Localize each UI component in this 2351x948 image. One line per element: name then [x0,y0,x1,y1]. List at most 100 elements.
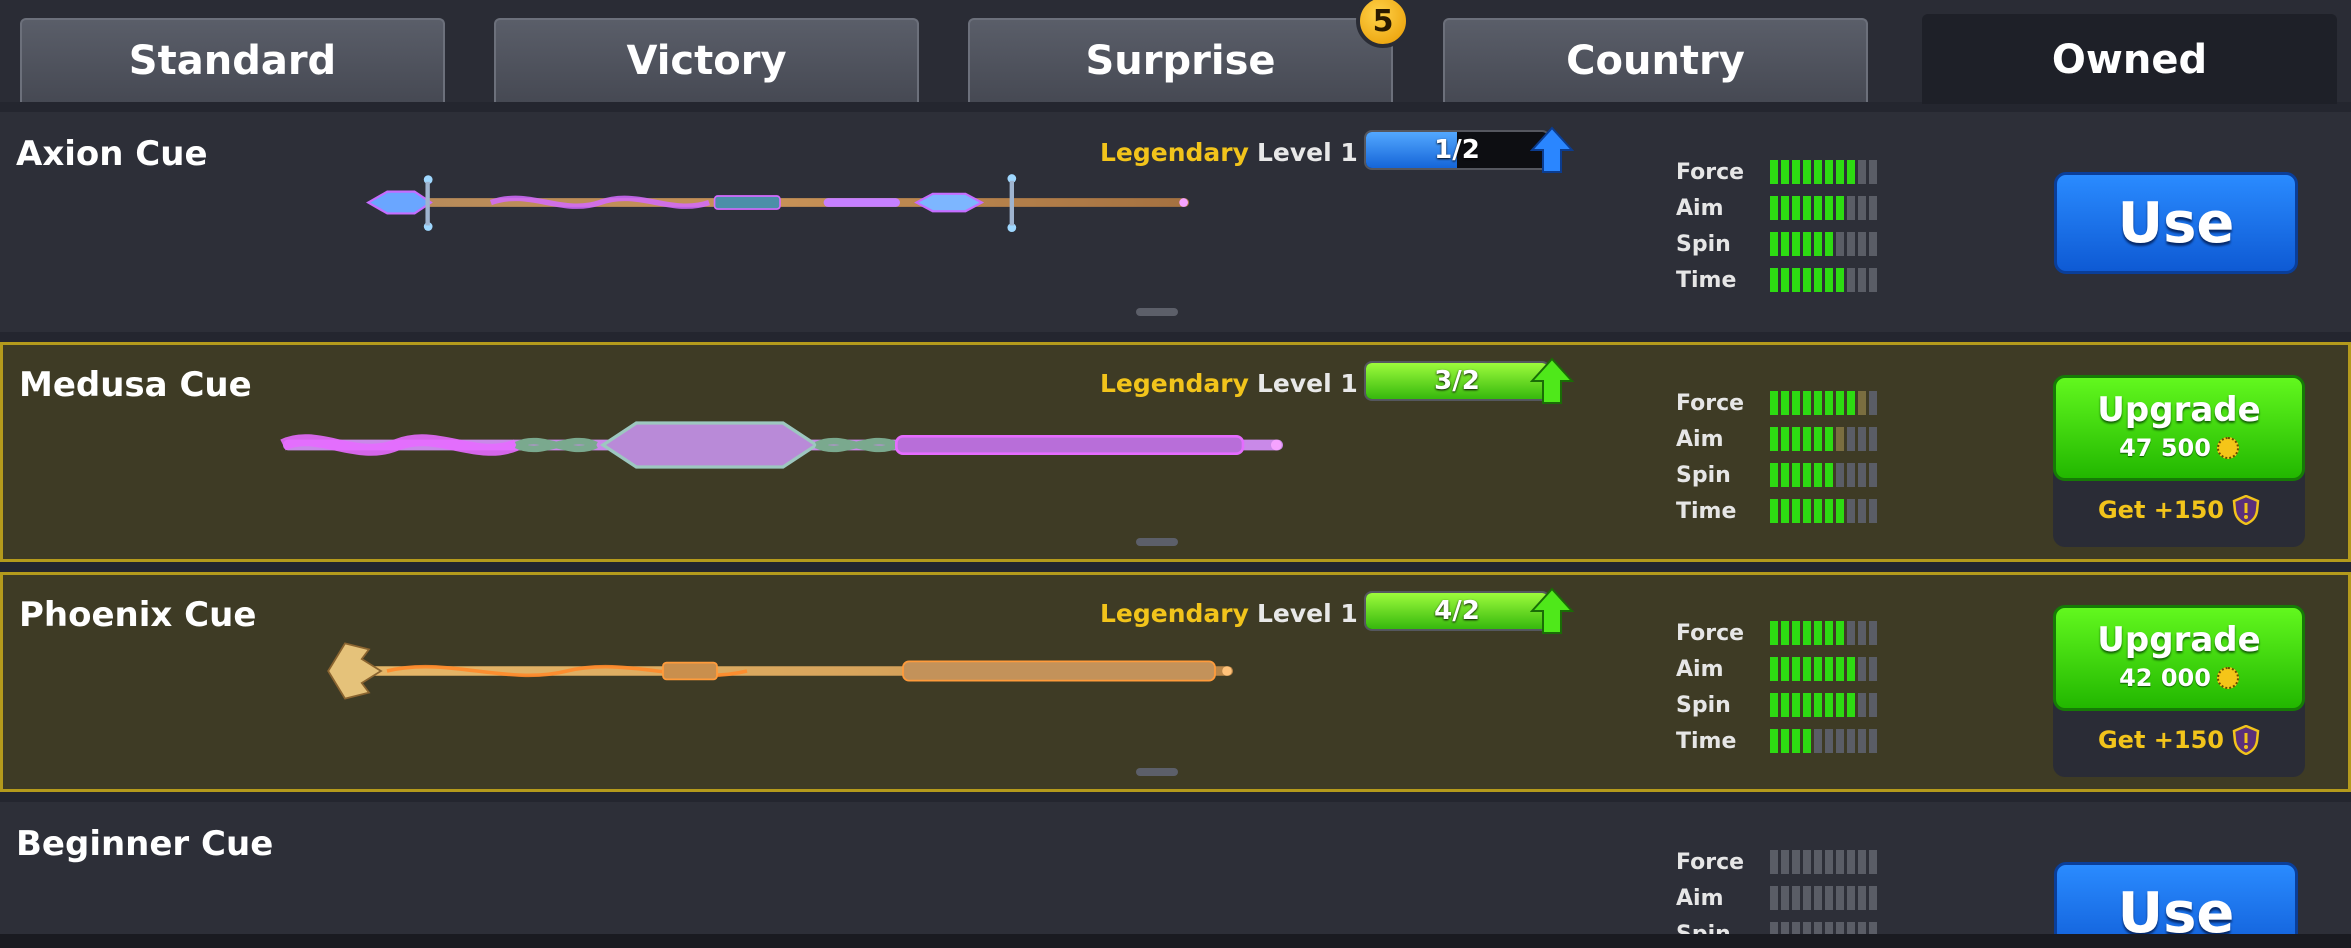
stat-segment [1770,729,1778,753]
stat-segment [1836,657,1844,681]
stat-meter [1770,922,1877,934]
stat-segment [1869,196,1877,220]
stat-segment [1869,729,1877,753]
stat-segment [1858,268,1866,292]
level-progress-bar: 1/2 [1364,130,1550,170]
stat-segment [1803,499,1811,523]
stat-meter [1770,268,1877,292]
cue-name: Medusa Cue [19,365,252,405]
stat-aim: Aim [1676,651,1877,687]
use-button[interactable]: Use [2054,172,2298,274]
stat-time: Time [1676,262,1877,298]
stat-aim: Aim [1676,880,1877,916]
stat-segment [1770,621,1778,645]
stat-segment [1803,196,1811,220]
level-up-arrow-icon [1530,126,1574,173]
upgrade-button[interactable]: Upgrade 47 500 [2053,375,2305,481]
stat-label: Force [1676,390,1745,416]
stat-segment [1814,196,1822,220]
stat-segment [1781,729,1789,753]
cue-row-beginner[interactable]: Beginner Cue Force Aim Spin Use [0,802,2351,934]
progress-text: 3/2 [1434,366,1480,396]
stat-segment [1836,463,1844,487]
stat-label: Aim [1676,656,1724,682]
stat-label: Spin [1676,462,1731,488]
stat-label: Aim [1676,426,1724,452]
stat-segment [1869,160,1877,184]
tab-surprise[interactable]: Surprise [968,18,1393,102]
stat-segment [1781,886,1789,910]
stat-spin: Spin [1676,457,1877,493]
tab-country[interactable]: Country [1443,18,1868,102]
cue-row-phoenix[interactable]: Phoenix Cue Legendary Level 1 4/2 Force A… [0,572,2351,792]
stat-segment [1803,268,1811,292]
stat-segment [1825,499,1833,523]
stat-meter [1770,657,1877,681]
stat-segment [1792,463,1800,487]
level-label: Level 1 [1256,369,1358,398]
stat-meter [1770,391,1877,415]
stat-segment [1792,232,1800,256]
stat-segment [1781,196,1789,220]
stat-meter [1770,850,1877,874]
get-bonus-link[interactable]: Get +150 [2053,495,2305,525]
tab-owned[interactable]: Owned [1922,14,2337,104]
stat-segment [1869,463,1877,487]
stat-segment [1792,729,1800,753]
stat-segment [1770,232,1778,256]
tab-victory[interactable]: Victory [494,18,919,102]
cue-row-axion[interactable]: Axion Cue Legendary Level 1 1/2 Force Aim… [0,112,2351,332]
stat-label: Spin [1676,921,1731,935]
stat-segment [1770,427,1778,451]
get-bonus-link[interactable]: Get +150 [2053,725,2305,755]
stat-meter [1770,463,1877,487]
stat-segment [1781,922,1789,934]
stat-segment [1814,427,1822,451]
stat-segment [1792,657,1800,681]
rarity-label: Legendary [1100,138,1249,167]
upgrade-label: Upgrade [2097,390,2261,430]
stat-meter [1770,886,1877,910]
cue-row-medusa[interactable]: Medusa Cue Legendary Level 1 3/2 Force Ai… [0,342,2351,562]
bonus-text: Get +150 [2097,726,2224,754]
stat-label: Spin [1676,231,1731,257]
stats-panel: Force Aim Spin Time [1676,154,1877,298]
bottom-edge [0,934,2351,948]
stat-segment [1792,922,1800,934]
stat-segment [1836,850,1844,874]
stat-segment [1836,621,1844,645]
beginner-cue-image [20,914,1540,934]
stat-meter [1770,160,1877,184]
price-value: 42 000 [2119,664,2211,692]
cue-name: Beginner Cue [16,824,274,864]
stat-segment [1858,693,1866,717]
stat-meter [1770,729,1877,753]
stat-segment [1869,693,1877,717]
stat-segment [1814,499,1822,523]
stat-segment [1803,160,1811,184]
stat-segment [1825,196,1833,220]
stat-segment [1825,232,1833,256]
stat-meter [1770,621,1877,645]
stat-segment [1847,196,1855,220]
level-progress-bar: 3/2 [1364,361,1550,401]
rarity-label: Legendary [1100,599,1249,628]
stat-label: Force [1676,849,1745,875]
stat-segment [1825,463,1833,487]
stat-segment [1847,922,1855,934]
stat-segment [1814,268,1822,292]
stat-segment [1847,621,1855,645]
bonus-text: Get +150 [2097,496,2224,524]
stat-segment [1847,499,1855,523]
stat-segment [1858,886,1866,910]
use-button[interactable]: Use [2054,862,2298,934]
upgrade-button[interactable]: Upgrade 42 000 [2053,605,2305,711]
stat-segment [1825,160,1833,184]
stat-segment [1792,499,1800,523]
stat-segment [1825,850,1833,874]
stat-segment [1836,391,1844,415]
stat-segment [1825,391,1833,415]
tab-standard[interactable]: Standard [20,18,445,102]
stat-segment [1814,886,1822,910]
stats-panel: Force Aim Spin Time [1676,615,1877,759]
